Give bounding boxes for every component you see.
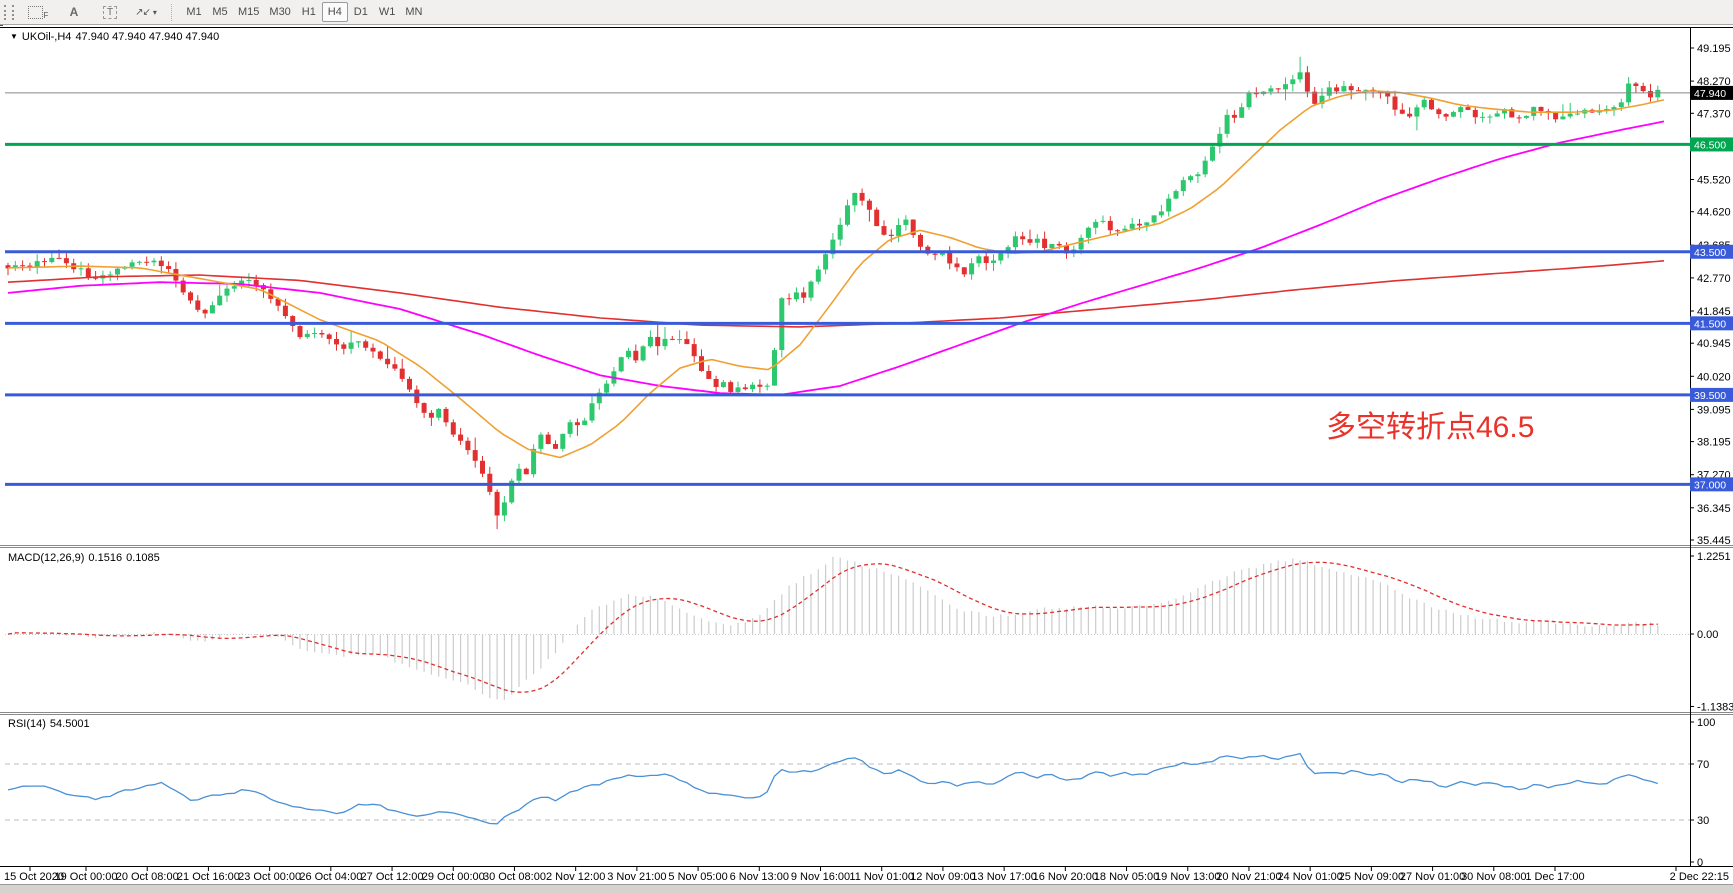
svg-text:5 Nov 05:00: 5 Nov 05:00 bbox=[668, 871, 727, 883]
macd-signal-value: 0.1085 bbox=[126, 552, 160, 564]
svg-text:12 Nov 09:00: 12 Nov 09:00 bbox=[910, 871, 975, 883]
svg-text:29 Oct 00:00: 29 Oct 00:00 bbox=[422, 871, 485, 883]
price-badge-47.940: 47.940 bbox=[1690, 86, 1733, 100]
chevron-down-icon: ▾ bbox=[153, 8, 157, 17]
svg-text:18 Nov 05:00: 18 Nov 05:00 bbox=[1094, 871, 1159, 883]
svg-text:26 Oct 04:00: 26 Oct 04:00 bbox=[299, 871, 362, 883]
svg-text:40.945: 40.945 bbox=[1697, 338, 1731, 350]
svg-text:100: 100 bbox=[1697, 717, 1715, 729]
rsi-value: 54.5001 bbox=[50, 718, 90, 730]
svg-text:40.020: 40.020 bbox=[1697, 371, 1731, 383]
top-toolbar: F A T ↗↙ ▾ M1 M5 M15 M30 H1 H4 D1 W1 MN bbox=[0, 0, 1733, 25]
ohlc-quotes-label: 47.940 47.940 47.940 47.940 bbox=[75, 31, 219, 43]
timeframe-d1-button[interactable]: D1 bbox=[348, 2, 374, 22]
timeframe-w1-button[interactable]: W1 bbox=[374, 2, 401, 22]
svg-text:0: 0 bbox=[1697, 857, 1703, 869]
svg-text:45.520: 45.520 bbox=[1697, 174, 1731, 186]
svg-text:46.500: 46.500 bbox=[1694, 139, 1726, 151]
price-badge-37.000: 37.000 bbox=[1690, 477, 1733, 491]
svg-text:2 Nov 12:00: 2 Nov 12:00 bbox=[546, 871, 605, 883]
chart-canvas[interactable]: 49.19548.27047.37045.52044.62043.68542.7… bbox=[0, 26, 1733, 884]
rsi-indicator-label: RSI(14) 54.5001 bbox=[8, 718, 94, 730]
svg-text:19 Oct 00:00: 19 Oct 00:00 bbox=[55, 871, 118, 883]
svg-text:-1.1383: -1.1383 bbox=[1697, 701, 1733, 713]
svg-text:21 Oct 16:00: 21 Oct 16:00 bbox=[177, 871, 240, 883]
svg-text:30 Oct 08:00: 30 Oct 08:00 bbox=[483, 871, 546, 883]
text-box-button[interactable]: T bbox=[92, 1, 128, 23]
arrows-icon: ↗↙ bbox=[135, 7, 150, 18]
svg-text:2 Dec 22:15: 2 Dec 22:15 bbox=[1670, 871, 1729, 883]
toolbar-drag-handle[interactable] bbox=[4, 5, 14, 20]
macd-indicator-label: MACD(12,26,9) 0.1516 0.1085 bbox=[8, 552, 164, 564]
svg-text:43.500: 43.500 bbox=[1694, 247, 1726, 259]
chart-header: ▼ UKOil-,H447.940 47.940 47.940 47.940 bbox=[10, 31, 223, 43]
svg-text:47.370: 47.370 bbox=[1697, 108, 1731, 120]
timeframe-m5-button[interactable]: M5 bbox=[207, 2, 233, 22]
arrows-button[interactable]: ↗↙ ▾ bbox=[128, 1, 164, 23]
svg-text:1 Dec 17:00: 1 Dec 17:00 bbox=[1525, 871, 1584, 883]
text-label-button[interactable]: A bbox=[56, 1, 92, 23]
text-box-icon: T bbox=[103, 6, 117, 19]
window-bottom-bar bbox=[0, 884, 1733, 894]
toolbar-separator bbox=[171, 4, 174, 21]
rsi-name: RSI(14) bbox=[8, 718, 46, 730]
chart-plot-area[interactable] bbox=[0, 28, 1690, 866]
svg-text:13 Nov 17:00: 13 Nov 17:00 bbox=[971, 871, 1036, 883]
timeframe-m15-button[interactable]: M15 bbox=[233, 2, 264, 22]
grid-icon bbox=[28, 6, 43, 19]
grid-f-button[interactable]: F bbox=[20, 1, 56, 23]
svg-text:39.095: 39.095 bbox=[1697, 404, 1731, 416]
svg-text:11 Nov 01:00: 11 Nov 01:00 bbox=[849, 871, 914, 883]
svg-text:27 Oct 12:00: 27 Oct 12:00 bbox=[361, 871, 424, 883]
svg-text:38.195: 38.195 bbox=[1697, 437, 1731, 449]
svg-text:9 Nov 16:00: 9 Nov 16:00 bbox=[791, 871, 850, 883]
annotation-text[interactable]: 多空转折点46.5 bbox=[1326, 412, 1534, 444]
svg-text:1.2251: 1.2251 bbox=[1697, 551, 1731, 563]
text-label-icon: A bbox=[70, 5, 79, 19]
macd-main-value: 0.1516 bbox=[88, 552, 122, 564]
svg-text:44.620: 44.620 bbox=[1697, 207, 1731, 219]
price-badge-41.500: 41.500 bbox=[1690, 316, 1733, 330]
svg-text:35.445: 35.445 bbox=[1697, 535, 1731, 547]
svg-text:39.500: 39.500 bbox=[1694, 390, 1726, 402]
svg-text:37.000: 37.000 bbox=[1694, 479, 1726, 491]
timeframe-h1-button[interactable]: H1 bbox=[296, 2, 322, 22]
svg-text:20 Oct 08:00: 20 Oct 08:00 bbox=[116, 871, 179, 883]
timeframe-m1-button[interactable]: M1 bbox=[181, 2, 207, 22]
price-badge-39.500: 39.500 bbox=[1690, 388, 1733, 402]
symbol-period-label: UKOil-,H4 bbox=[22, 31, 72, 43]
svg-text:30 Nov 08:00: 30 Nov 08:00 bbox=[1461, 871, 1526, 883]
svg-text:0.00: 0.00 bbox=[1697, 629, 1718, 641]
svg-text:27 Nov 01:00: 27 Nov 01:00 bbox=[1400, 871, 1465, 883]
svg-text:3 Nov 21:00: 3 Nov 21:00 bbox=[607, 871, 666, 883]
svg-text:47.940: 47.940 bbox=[1694, 88, 1726, 100]
svg-text:6 Nov 13:00: 6 Nov 13:00 bbox=[730, 871, 789, 883]
price-badge-43.500: 43.500 bbox=[1690, 245, 1733, 259]
svg-text:70: 70 bbox=[1697, 759, 1709, 771]
timeframe-m30-button[interactable]: M30 bbox=[264, 2, 295, 22]
timeframe-mn-button[interactable]: MN bbox=[400, 2, 427, 22]
svg-text:42.770: 42.770 bbox=[1697, 273, 1731, 285]
svg-text:25 Nov 09:00: 25 Nov 09:00 bbox=[1339, 871, 1404, 883]
svg-text:23 Oct 00:00: 23 Oct 00:00 bbox=[238, 871, 301, 883]
svg-text:16 Nov 20:00: 16 Nov 20:00 bbox=[1033, 871, 1098, 883]
svg-text:41.845: 41.845 bbox=[1697, 306, 1731, 318]
expander-triangle-icon[interactable]: ▼ bbox=[10, 32, 18, 41]
timeframe-h4-button[interactable]: H4 bbox=[322, 2, 348, 22]
svg-text:30: 30 bbox=[1697, 815, 1709, 827]
svg-text:49.195: 49.195 bbox=[1697, 43, 1731, 55]
svg-text:19 Nov 13:00: 19 Nov 13:00 bbox=[1155, 871, 1220, 883]
svg-text:36.345: 36.345 bbox=[1697, 503, 1731, 515]
price-badge-46.500: 46.500 bbox=[1690, 137, 1733, 151]
grid-f-label: F bbox=[44, 11, 49, 20]
chart-window: 49.19548.27047.37045.52044.62043.68542.7… bbox=[0, 26, 1733, 884]
svg-text:41.500: 41.500 bbox=[1694, 318, 1726, 330]
macd-name: MACD(12,26,9) bbox=[8, 552, 84, 564]
svg-text:20 Nov 21:00: 20 Nov 21:00 bbox=[1216, 871, 1281, 883]
svg-text:24 Nov 01:00: 24 Nov 01:00 bbox=[1277, 871, 1342, 883]
